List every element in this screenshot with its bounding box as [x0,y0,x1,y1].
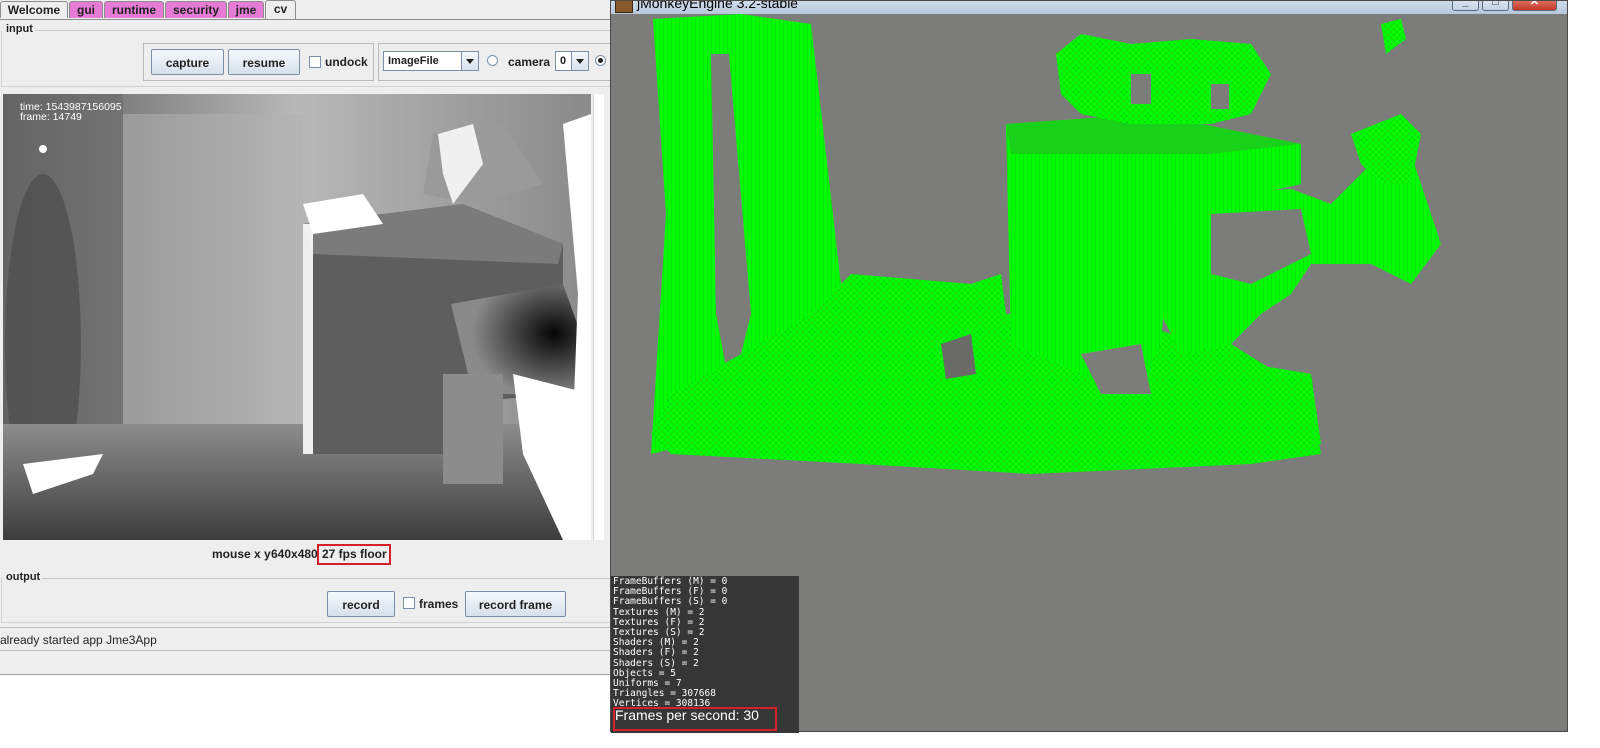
frames-checkbox[interactable] [403,597,415,609]
console-bottom-divider [0,650,622,651]
scrollbar[interactable] [593,94,604,540]
frames-label: frames [419,597,459,611]
undock-label: undock [325,55,368,69]
tab-gui-label: gui [77,3,95,17]
tab-welcome[interactable]: Welcome [0,1,68,18]
swing-app-window: Welcome gui runtime security jme cv inpu… [0,0,623,675]
camera-label: camera [508,55,551,69]
frame-overlay: frame: 14749 [20,111,82,123]
jme-window-title: jMonkeyEngine 3.2-stable [637,1,799,11]
camera-index-select[interactable]: 0 [555,51,589,71]
close-icon[interactable]: ✕ [1512,1,1557,11]
mouse-position-label: mouse x y [212,547,271,561]
jme-fps-highlight-box [613,707,777,731]
console-divider [0,627,622,628]
chevron-down-icon [571,52,588,70]
tab-runtime-label: runtime [111,3,156,17]
tab-runtime[interactable]: runtime [104,1,164,18]
chevron-down-icon [461,52,478,70]
undock-checkbox[interactable] [309,56,321,68]
jme-app-icon [615,1,633,13]
tab-cv-label: cv [273,2,288,16]
imagefile-radio[interactable] [595,55,606,66]
record-button[interactable]: record [327,591,395,617]
tab-bar: Welcome gui runtime security jme cv [0,0,622,20]
resolution-label: 640x480 [271,547,318,561]
tab-cv[interactable]: cv [265,0,296,19]
depth-image: time: 1543987156095 frame: 14749 [3,94,591,540]
camera-radio[interactable] [487,55,498,66]
point-cloud [651,14,1441,474]
capture-button[interactable]: capture [151,49,224,75]
record-frame-button[interactable]: record frame [465,591,566,617]
point-cloud-view[interactable] [611,14,1567,576]
fps-highlight-box [317,544,391,565]
tab-security[interactable]: security [165,1,227,18]
tab-jme[interactable]: jme [228,1,264,18]
minimize-icon[interactable]: _ [1452,1,1479,11]
maximize-icon[interactable]: □ [1482,1,1509,11]
jme-titlebar[interactable]: jMonkeyEngine 3.2-stable _ □ ✕ [611,1,1567,14]
tab-security-label: security [172,3,220,17]
camera-index-value: 0 [560,55,567,67]
console-message: already started app Jme3App [0,633,157,647]
tab-jme-label: jme [235,3,257,17]
jme-window: jMonkeyEngine 3.2-stable _ □ ✕ FrameBuff… [610,0,1568,733]
depth-image-view[interactable]: time: 1543987156095 frame: 14749 [3,94,591,540]
source-select[interactable]: ImageFile [383,51,479,71]
source-select-value: ImageFile [388,55,439,67]
resume-button[interactable]: resume [228,49,300,75]
tab-gui[interactable]: gui [69,1,103,18]
tab-welcome-label: Welcome [7,3,61,17]
